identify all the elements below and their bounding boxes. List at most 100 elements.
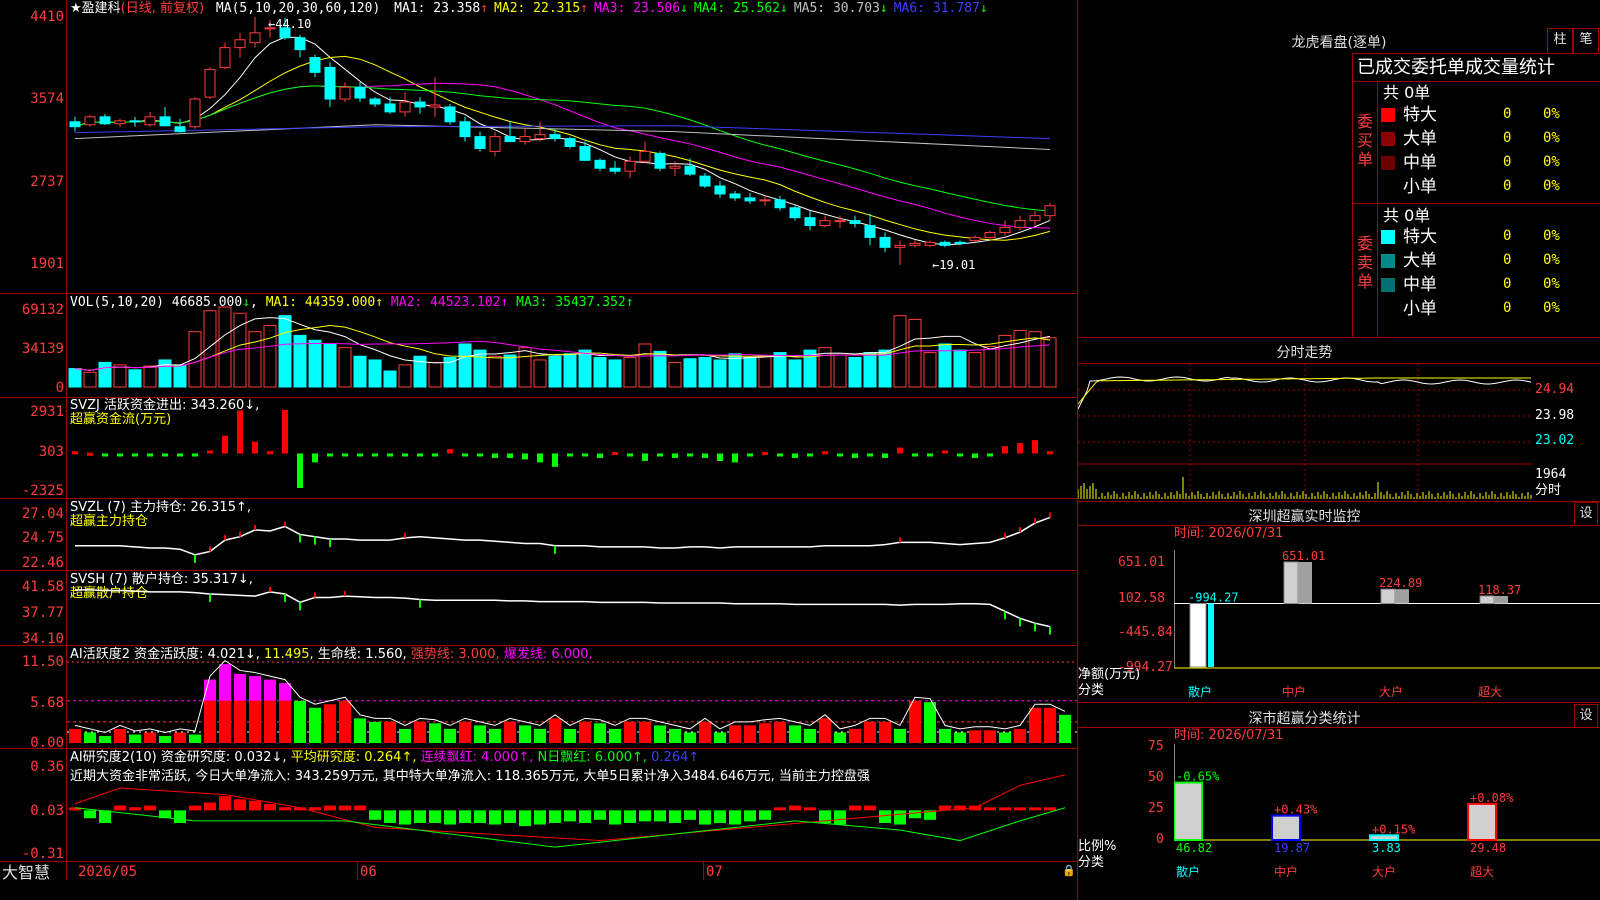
ai-active-bar	[804, 728, 816, 743]
volume-bar	[638, 343, 652, 388]
cls-category-label: 散户	[1176, 864, 1200, 879]
ai-research-bar	[519, 810, 531, 827]
svzj-bar	[507, 453, 513, 458]
sz-xlabel: 分类	[1078, 683, 1105, 698]
sz-category-label: 超大	[1478, 684, 1502, 699]
sz-value-label: 651.01	[1282, 549, 1325, 563]
volume-bar	[833, 354, 847, 388]
volume-bar	[608, 359, 622, 388]
ai-active-bar	[1029, 707, 1041, 743]
candle-body	[234, 39, 246, 49]
candle-body	[864, 225, 876, 238]
ai-active-bar	[489, 728, 501, 743]
svzj-bar	[387, 453, 393, 457]
candle-body	[444, 106, 456, 123]
svzj-bar	[342, 453, 348, 457]
ai-active-bar	[189, 734, 201, 743]
vol-tick: 0	[55, 380, 64, 396]
svzj-bar	[132, 453, 138, 457]
candle-body	[789, 207, 801, 219]
intraday-unit: 分时	[1535, 483, 1562, 498]
svzj-bar	[957, 453, 963, 457]
candle-body	[249, 32, 261, 44]
intraday-vol-tick: 1964	[1535, 467, 1567, 482]
sz-monitor-settings-button[interactable]: 设	[1574, 502, 1598, 526]
candle-body	[624, 160, 636, 172]
order-row-count: 0	[1503, 106, 1512, 122]
svsh-tick: 41.58	[21, 579, 64, 595]
tick-toggle-button[interactable]: 笔	[1573, 28, 1599, 54]
ai-active-bar	[159, 735, 171, 743]
volume-bar	[458, 343, 472, 388]
ai-active-bar	[144, 732, 156, 743]
app-logo: 大智慧	[2, 863, 51, 882]
ma10-line	[74, 55, 1051, 241]
sz-bar-edge	[1208, 603, 1214, 667]
candle-body	[774, 199, 786, 209]
sz-axis-tick: 651.01	[1118, 555, 1165, 570]
ai-active-bar	[339, 700, 351, 743]
ai-active-bar	[219, 700, 231, 743]
order-row-percent: 0%	[1543, 252, 1560, 268]
candle-body	[384, 103, 396, 113]
date-separator	[357, 862, 358, 880]
ai-research-bar	[804, 807, 816, 811]
order-row-count: 0	[1503, 130, 1512, 146]
ai-active-bar	[369, 721, 381, 743]
svzj-bar	[1002, 446, 1008, 454]
main-chart-area: 4410 3574 2737 1901 ★盈建科(日线, 前复权) MA(5,1…	[0, 0, 1078, 900]
ai-active-bar-burst	[279, 683, 291, 701]
svzj-bar	[327, 453, 333, 457]
dragon-title: 龙虎看盘(逐单)	[1291, 35, 1387, 51]
cls-category-label: 大户	[1372, 864, 1396, 879]
volume-bar	[368, 359, 382, 388]
intraday-tick: 24.94	[1535, 382, 1575, 397]
candle-body	[339, 86, 351, 100]
volume-bar	[773, 352, 787, 388]
ai-research-bar	[189, 805, 201, 811]
ai-research-chart	[69, 774, 1066, 848]
volume-bar	[98, 361, 112, 388]
ai-research-bar	[729, 810, 741, 825]
volume-bar	[683, 358, 697, 388]
lock-icon[interactable]: 🔒	[1062, 864, 1076, 878]
ma5-line	[74, 36, 1051, 246]
order-row-name: 小单	[1403, 299, 1437, 319]
sz-value-label: -994.27	[1188, 591, 1239, 605]
candle-body	[534, 134, 546, 140]
svzj-bar	[687, 453, 693, 457]
svzl-chart	[75, 512, 1051, 563]
candle-body	[594, 159, 606, 169]
ai-research-bar	[339, 805, 351, 811]
candle-body	[939, 241, 951, 246]
svzj-bar	[1017, 443, 1023, 454]
volume-bar	[338, 347, 352, 388]
volume-bar	[758, 355, 772, 388]
ai-active-bar	[99, 735, 111, 743]
ai-research-bar	[324, 805, 336, 811]
ai-research-bar	[534, 810, 546, 825]
volume-bar	[788, 359, 802, 388]
bar-toggle-button[interactable]: 柱	[1547, 28, 1573, 54]
date-axis-border	[0, 861, 1078, 862]
volume-bar	[668, 361, 682, 388]
ai-research-tick: 0.03	[30, 803, 64, 819]
ai-active-bar	[399, 728, 411, 743]
sz-bar	[1189, 603, 1207, 668]
svzj-bar	[912, 453, 918, 457]
date-tick: 07	[706, 864, 723, 880]
ai-active-bar	[549, 718, 561, 743]
candlestick-chart	[69, 17, 1056, 266]
candle-body	[894, 244, 906, 248]
volume-bar	[203, 310, 217, 388]
volume-bar	[998, 334, 1012, 388]
ai-active-bar	[999, 732, 1011, 743]
candle-body	[204, 68, 216, 98]
order-swatch	[1381, 278, 1395, 292]
candle-body	[294, 37, 306, 51]
volume-bar	[278, 315, 292, 388]
classification-settings-button[interactable]: 设	[1574, 704, 1598, 728]
volume-bar	[698, 356, 712, 388]
sz-value-label: 224.89	[1379, 576, 1422, 590]
svzj-chart	[72, 410, 1053, 488]
